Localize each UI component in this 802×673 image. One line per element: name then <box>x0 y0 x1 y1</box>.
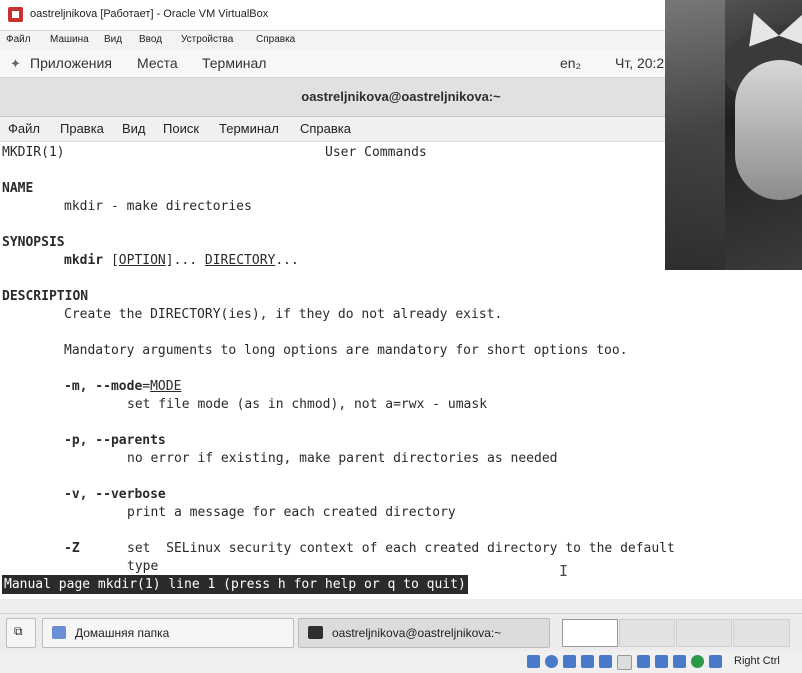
vbox-menu-view[interactable]: Вид <box>104 34 122 45</box>
man-opt-p-desc: no error if existing, make parent direct… <box>127 451 558 466</box>
vbox-menu-machine[interactable]: Машина <box>50 34 89 45</box>
opt-m-flag: -m, --mode <box>64 379 143 394</box>
man-header-center: User Commands <box>325 145 427 160</box>
syn-directory: DIRECTORY <box>204 253 276 268</box>
man-name-text: mkdir - make directories <box>64 199 252 214</box>
term-menu-edit[interactable]: Правка <box>60 121 104 136</box>
hard-disk-icon[interactable] <box>527 655 540 668</box>
term-menu-view[interactable]: Вид <box>122 121 146 136</box>
man-synopsis-line: mkdir [OPTION]... DIRECTORY... <box>64 253 299 268</box>
panel-places[interactable]: Места <box>137 55 178 71</box>
term-menu-search[interactable]: Поиск <box>163 121 199 136</box>
host-key-label: Right Ctrl <box>734 655 780 667</box>
syn-cmd: mkdir <box>64 253 104 268</box>
man-opt-m-desc: set file mode (as in chmod), not a=rwx -… <box>127 397 488 412</box>
bottom-taskbar: ⧉ Домашняя папка oastreljnikova@oastrelj… <box>0 613 802 652</box>
taskbar-home-folder[interactable]: Домашняя папка <box>42 618 294 648</box>
keyboard-capture-icon[interactable] <box>709 655 722 668</box>
display-icon[interactable] <box>637 655 650 668</box>
cpu-icon[interactable] <box>673 655 686 668</box>
mouse-integration-icon[interactable] <box>691 655 704 668</box>
usb-icon[interactable] <box>599 655 612 668</box>
workspace-3[interactable] <box>676 619 732 647</box>
pager-status-bar: Manual page mkdir(1) line 1 (press h for… <box>2 575 468 594</box>
applications-icon: ✦ <box>10 56 21 71</box>
keyboard-layout[interactable]: en₂ <box>560 55 581 71</box>
man-opt-v: -v, --verbose <box>64 487 166 502</box>
man-opt-z: -Z <box>64 541 80 556</box>
terminal-icon <box>308 626 323 639</box>
workspace-1[interactable] <box>562 619 618 647</box>
man-opt-v-desc: print a message for each created directo… <box>127 505 456 520</box>
panel-clock[interactable]: Чт, 20:2 <box>615 55 664 71</box>
vbox-menu-input[interactable]: Ввод <box>139 34 162 45</box>
optical-drive-icon[interactable] <box>545 655 558 668</box>
network-icon[interactable] <box>581 655 594 668</box>
man-desc-2: Mandatory arguments to long options are … <box>64 343 628 358</box>
man-synopsis-heading: SYNOPSIS <box>2 235 65 250</box>
vbox-menu-help[interactable]: Справка <box>256 34 295 45</box>
text-cursor-icon: I <box>559 562 569 580</box>
show-desktop-button[interactable]: ⧉ <box>6 618 36 648</box>
desktop-icon: ⧉ <box>14 624 23 638</box>
panel-applications[interactable]: Приложения <box>30 55 112 71</box>
vbox-window-title: oastreljnikova [Работает] - Oracle VM Vi… <box>30 8 269 20</box>
webcam-overlay <box>665 0 802 270</box>
shared-folders-icon[interactable] <box>617 655 632 670</box>
man-description-heading: DESCRIPTION <box>2 289 89 304</box>
audio-icon[interactable] <box>563 655 576 668</box>
taskbar-terminal-label: oastreljnikova@oastreljnikova:~ <box>332 626 502 640</box>
vbox-statusbar: Right Ctrl <box>0 651 802 673</box>
man-opt-m: -m, --mode=MODE <box>64 379 182 394</box>
video-capture-icon[interactable] <box>655 655 668 668</box>
term-menu-terminal[interactable]: Терминал <box>219 121 279 136</box>
man-opt-z-desc-2: type <box>127 559 159 574</box>
man-opt-p: -p, --parents <box>64 433 166 448</box>
term-menu-file[interactable]: Файл <box>8 121 40 136</box>
vbox-menu-file[interactable]: Файл <box>6 34 31 45</box>
workspace-2[interactable] <box>619 619 675 647</box>
vbox-menu-devices[interactable]: Устройства <box>181 34 233 45</box>
folder-icon <box>52 626 66 639</box>
man-desc-1: Create the DIRECTORY(ies), if they do no… <box>64 307 503 322</box>
workspace-4[interactable] <box>733 619 790 647</box>
syn-option: OPTION <box>118 253 166 268</box>
term-menu-help[interactable]: Справка <box>300 121 351 136</box>
man-opt-z-desc: set SELinux security context of each cre… <box>127 541 675 556</box>
taskbar-terminal[interactable]: oastreljnikova@oastreljnikova:~ <box>298 618 550 648</box>
man-header-left: MKDIR(1) <box>2 145 65 160</box>
opt-m-arg: MODE <box>150 379 182 394</box>
taskbar-home-label: Домашняя папка <box>75 626 170 640</box>
man-name-heading: NAME <box>2 181 34 196</box>
virtualbox-icon <box>8 7 23 22</box>
panel-terminal[interactable]: Терминал <box>202 55 266 71</box>
